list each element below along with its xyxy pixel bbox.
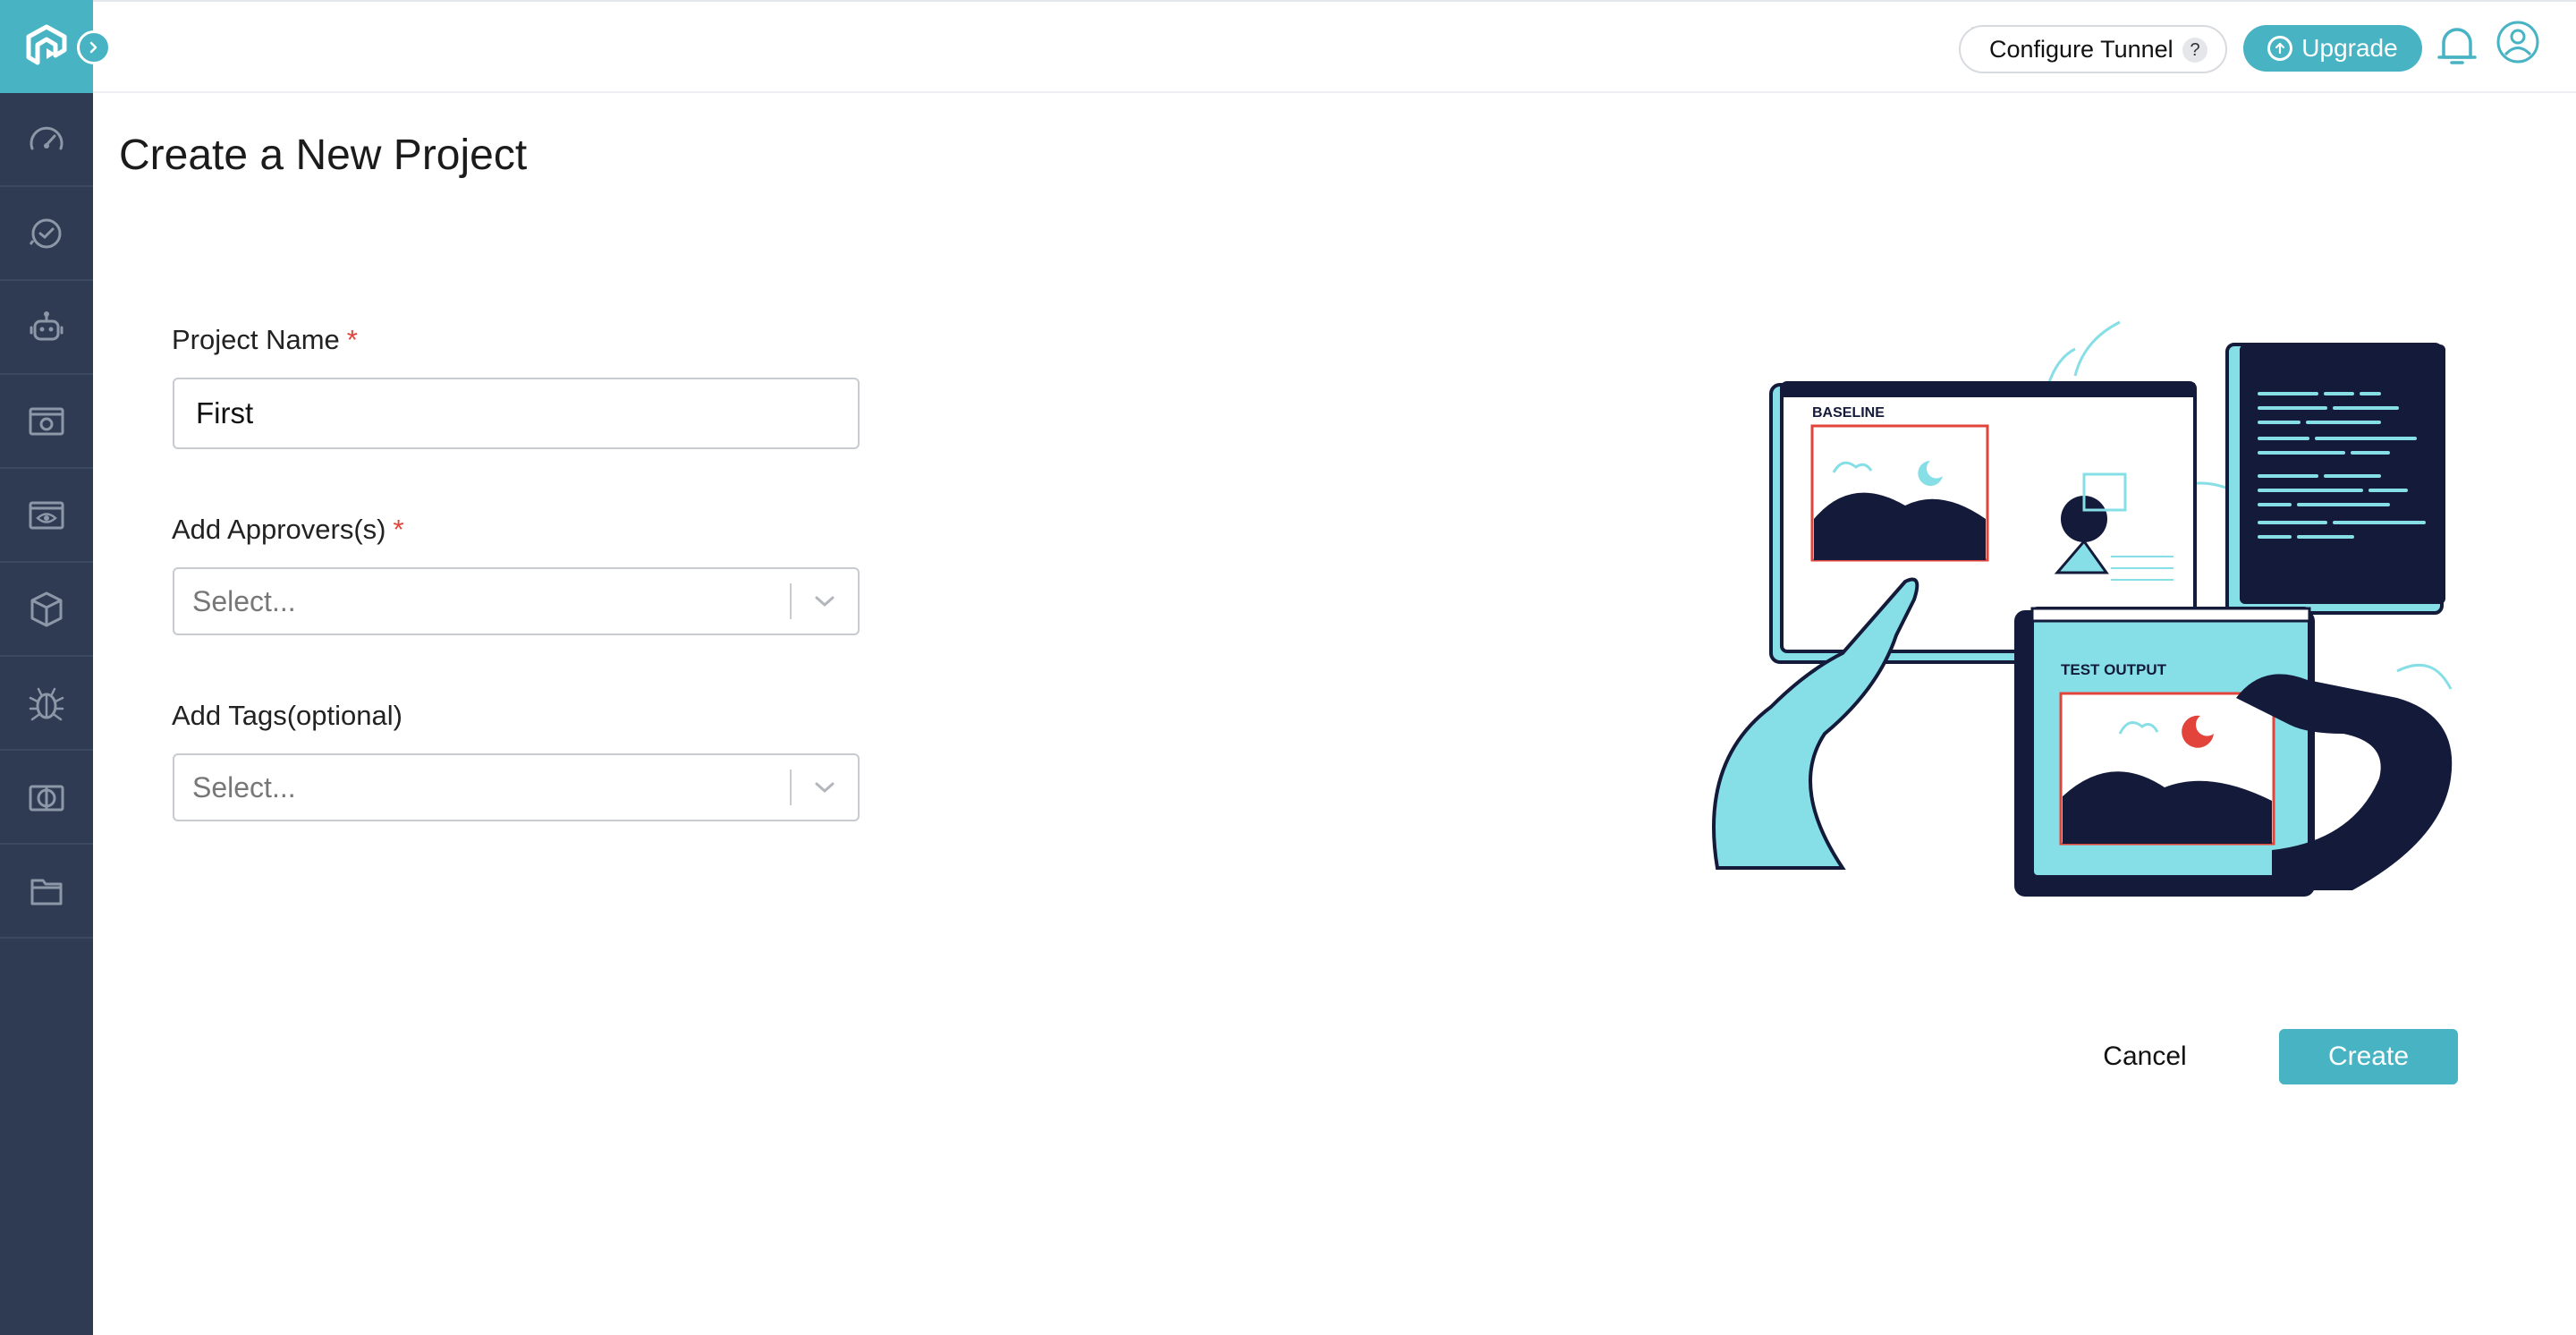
chevron-down-icon[interactable] xyxy=(792,594,858,608)
approvers-label: Add Approvers(s) * xyxy=(172,514,404,546)
sidebar-expand-button[interactable] xyxy=(77,30,111,64)
sidebar-nav xyxy=(0,93,93,939)
approvers-select[interactable]: Select... xyxy=(173,567,860,635)
configure-tunnel-label: Configure Tunnel xyxy=(1989,35,2174,63)
tags-label: Add Tags(optional) xyxy=(172,700,402,732)
sidebar-item-realtime[interactable] xyxy=(0,375,93,469)
upgrade-button[interactable]: Upgrade xyxy=(2243,25,2422,72)
required-marker: * xyxy=(393,514,404,545)
speedometer-icon xyxy=(30,126,64,149)
chevron-down-icon[interactable] xyxy=(792,780,858,795)
compare-icon xyxy=(29,785,64,811)
bell-icon[interactable] xyxy=(2435,21,2479,72)
eye-window-icon xyxy=(29,501,64,529)
approvers-placeholder: Select... xyxy=(192,584,296,617)
visual-regression-illustration: BASELINE TEST OUTPUT xyxy=(1712,320,2453,897)
sidebar-item-compare[interactable] xyxy=(0,751,93,845)
cube-icon xyxy=(30,591,63,626)
sidebar-item-projects[interactable] xyxy=(0,845,93,939)
app-root: Configure Tunnel ? Upgrade Create a New … xyxy=(0,0,2576,1335)
sidebar-item-history[interactable] xyxy=(0,187,93,281)
project-name-label: Project Name * xyxy=(172,324,358,356)
top-header: Configure Tunnel ? xyxy=(93,0,2576,93)
tags-label-text: Add Tags(optional) xyxy=(172,700,402,731)
bug-icon xyxy=(29,687,64,720)
chevron-right-icon xyxy=(89,41,97,54)
test-output-label: TEST OUTPUT xyxy=(2061,661,2167,678)
cancel-button[interactable]: Cancel xyxy=(2073,1029,2216,1084)
user-icon[interactable] xyxy=(2496,20,2540,64)
approvers-label-text: Add Approvers(s) xyxy=(172,514,386,545)
sidebar-item-builds[interactable] xyxy=(0,563,93,657)
clock-history-icon xyxy=(29,218,62,248)
baseline-label: BASELINE xyxy=(1812,405,1885,421)
upgrade-arrow-icon xyxy=(2267,36,2293,61)
configure-tunnel-button[interactable]: Configure Tunnel ? xyxy=(1959,25,2227,73)
sidebar-item-issues[interactable] xyxy=(0,657,93,751)
sidebar-item-automation[interactable] xyxy=(0,281,93,375)
project-name-value: First xyxy=(196,396,254,429)
upgrade-label: Upgrade xyxy=(2301,34,2398,62)
robot-icon xyxy=(30,310,64,340)
page-title: Create a New Project xyxy=(119,132,528,179)
project-name-label-text: Project Name xyxy=(172,324,340,355)
tags-placeholder: Select... xyxy=(192,770,296,804)
project-name-input[interactable]: First xyxy=(173,378,860,449)
browser-gear-icon xyxy=(29,407,64,435)
logo-icon xyxy=(26,24,67,65)
sidebar xyxy=(0,0,111,1335)
folder-icon xyxy=(30,879,63,905)
sidebar-item-visual[interactable] xyxy=(0,469,93,563)
required-marker: * xyxy=(346,324,358,355)
help-icon[interactable]: ? xyxy=(2182,38,2207,63)
create-button[interactable]: Create xyxy=(2279,1029,2458,1084)
sidebar-item-dashboard[interactable] xyxy=(0,93,93,187)
tags-select[interactable]: Select... xyxy=(173,753,860,821)
